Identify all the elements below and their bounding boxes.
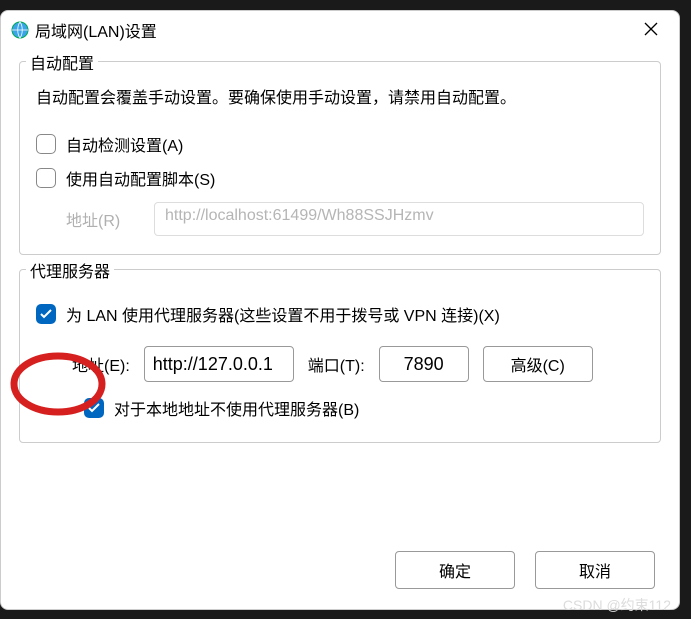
use-script-checkbox[interactable] — [36, 168, 56, 188]
proxy-address-input[interactable] — [144, 346, 294, 382]
proxy-address-label: 地址(E): — [72, 352, 130, 376]
titlebar: 局域网(LAN)设置 — [1, 11, 679, 49]
dialog-footer: 确定 取消 — [1, 551, 679, 609]
script-address-label: 地址(R) — [66, 207, 136, 231]
advanced-button[interactable]: 高级(C) — [483, 346, 593, 382]
auto-detect-checkbox[interactable] — [36, 134, 56, 154]
globe-icon — [11, 21, 29, 39]
bypass-local-row: 对于本地地址不使用代理服务器(B) — [84, 396, 644, 420]
use-proxy-row: 为 LAN 使用代理服务器(这些设置不用于拨号或 VPN 连接)(X) — [36, 302, 644, 326]
proxy-group-label: 代理服务器 — [26, 258, 114, 282]
dialog-body: 自动配置 自动配置会覆盖手动设置。要确保使用手动设置，请禁用自动配置。 自动检测… — [1, 49, 679, 551]
ok-button[interactable]: 确定 — [395, 551, 515, 589]
use-proxy-label: 为 LAN 使用代理服务器(这些设置不用于拨号或 VPN 连接)(X) — [66, 302, 500, 326]
script-address-row: 地址(R) http://localhost:61499/Wh88SSJHzmv — [66, 202, 644, 236]
auto-detect-row: 自动检测设置(A) — [36, 132, 644, 156]
use-proxy-checkbox[interactable] — [36, 304, 56, 324]
use-script-label: 使用自动配置脚本(S) — [66, 166, 215, 190]
auto-config-group-label: 自动配置 — [26, 50, 98, 74]
dialog-title: 局域网(LAN)设置 — [35, 18, 633, 42]
proxy-port-label: 端口(T): — [308, 352, 365, 376]
script-address-input: http://localhost:61499/Wh88SSJHzmv — [154, 202, 644, 236]
lan-settings-dialog: 局域网(LAN)设置 自动配置 自动配置会覆盖手动设置。要确保使用手动设置，请禁… — [0, 10, 680, 610]
auto-config-group: 自动配置 自动配置会覆盖手动设置。要确保使用手动设置，请禁用自动配置。 自动检测… — [19, 61, 661, 255]
auto-config-desc: 自动配置会覆盖手动设置。要确保使用手动设置，请禁用自动配置。 — [36, 84, 644, 108]
bypass-local-label: 对于本地地址不使用代理服务器(B) — [114, 396, 359, 420]
bypass-local-checkbox[interactable] — [84, 398, 104, 418]
cancel-button[interactable]: 取消 — [535, 551, 655, 589]
close-icon — [644, 20, 658, 41]
proxy-group: 代理服务器 为 LAN 使用代理服务器(这些设置不用于拨号或 VPN 连接)(X… — [19, 269, 661, 443]
proxy-port-input[interactable] — [379, 346, 469, 382]
auto-detect-label: 自动检测设置(A) — [66, 132, 183, 156]
proxy-address-row: 地址(E): 端口(T): 高级(C) — [72, 346, 644, 382]
use-script-row: 使用自动配置脚本(S) — [36, 166, 644, 190]
close-button[interactable] — [633, 16, 669, 44]
